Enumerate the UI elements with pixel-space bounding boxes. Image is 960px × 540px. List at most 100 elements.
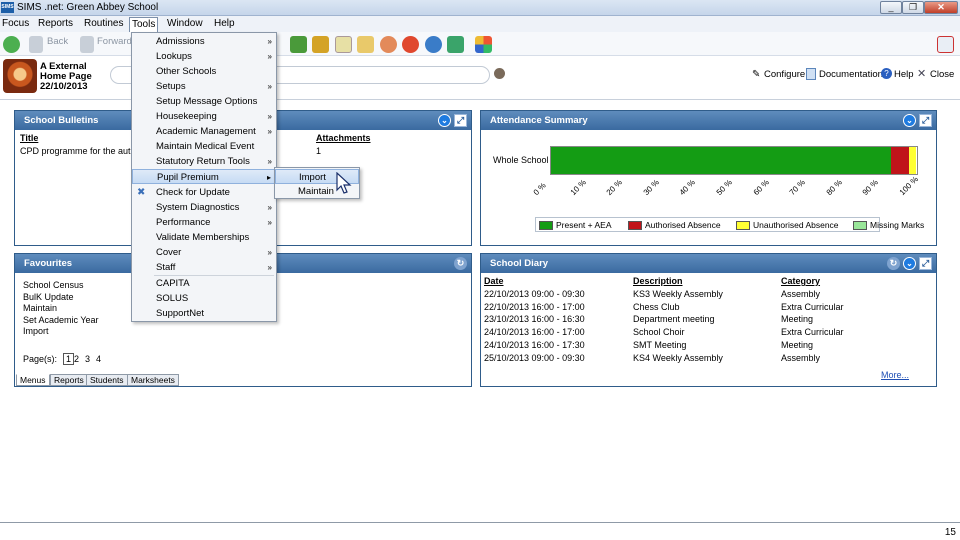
legend-label: Unauthorised Absence (753, 220, 839, 230)
page-link[interactable]: 2 (74, 354, 79, 364)
favourite-item[interactable]: Import (23, 326, 49, 336)
forward-arrow-icon[interactable] (80, 36, 94, 53)
bulletins-attachments-column[interactable]: Attachments (316, 133, 371, 143)
favourite-item[interactable]: School Census (23, 280, 84, 290)
diary-cell: 22/10/2013 16:00 - 17:00 (484, 301, 585, 312)
diary-category-column[interactable]: Category (781, 276, 820, 286)
page-link[interactable]: 3 (85, 354, 90, 364)
close-window-button[interactable]: ✕ (924, 1, 958, 14)
tools-menu-item-label: Academic Management (156, 126, 256, 138)
tools-menu-item[interactable]: Academic Management » (132, 124, 276, 139)
toolbar-edit-icon[interactable] (357, 36, 374, 53)
toolbar-person-icon[interactable] (425, 36, 442, 53)
close-link[interactable]: Close (930, 69, 954, 80)
tools-menu-item[interactable]: CAPITA (132, 276, 276, 291)
submenu-arrow-icon: » (267, 262, 272, 272)
tools-menu-item-label: Housekeeping (156, 111, 217, 123)
diary-cell: School Choir (633, 327, 685, 338)
tools-menu-item-label: Setups (156, 81, 186, 93)
menu-window[interactable]: Window (167, 18, 203, 29)
favourites-tab[interactable]: Marksheets (127, 374, 179, 386)
collapse-icon[interactable]: ⌄ (903, 114, 916, 127)
tools-menu-item-label: Setup Message Options (156, 96, 258, 108)
expand-icon[interactable]: ⤢ (454, 114, 467, 127)
diary-description-column[interactable]: Description (633, 276, 683, 286)
page-link[interactable]: 4 (96, 354, 101, 364)
tools-menu-item[interactable]: SupportNet (132, 306, 276, 321)
tools-menu-item-label: Check for Update (156, 186, 230, 198)
tools-menu-item-label: Performance (156, 216, 211, 228)
tools-menu-item[interactable]: Validate Memberships (132, 230, 276, 245)
tools-update-icon: ✖ (137, 186, 146, 198)
toolbar-report-icon[interactable] (290, 36, 307, 53)
menu-routines[interactable]: Routines (84, 18, 123, 29)
expand-icon[interactable]: ⤢ (919, 257, 932, 270)
tools-menu-item[interactable]: Lookups » (132, 49, 276, 64)
tools-menu-item[interactable]: Check for Update ✖ (132, 185, 276, 200)
toolbar-modules-icon[interactable] (475, 36, 492, 53)
tools-menu-item[interactable]: Staff » (132, 260, 276, 275)
tools-menu-item[interactable]: Statutory Return Tools » (132, 154, 276, 169)
current-date: 22/10/2013 (40, 81, 88, 92)
page-link[interactable]: 1 (63, 353, 75, 365)
refresh-arrows-icon[interactable] (3, 36, 20, 53)
bulletins-title-column[interactable]: Title (20, 133, 38, 143)
menu-reports[interactable]: Reports (38, 18, 73, 29)
configure-link[interactable]: Configure (764, 69, 805, 80)
favourite-item[interactable]: Maintain (23, 303, 57, 313)
toolbar-people-icon[interactable] (380, 36, 397, 53)
favourite-item[interactable]: BulK Update (23, 292, 74, 302)
tools-menu-item[interactable]: Admissions » (132, 34, 276, 49)
forward-button[interactable]: Forward (97, 36, 132, 47)
tools-menu-item[interactable]: Maintain Medical Event (132, 139, 276, 154)
tools-menu-item[interactable]: Other Schools (132, 64, 276, 79)
tools-menu-item-label: Lookups (156, 51, 192, 63)
menu-help[interactable]: Help (214, 18, 235, 29)
slide-number: 15 (944, 527, 956, 538)
toolbar-clock-icon[interactable] (402, 36, 419, 53)
back-button[interactable]: Back (47, 36, 68, 47)
attendance-legend: Present + AEA Authorised Absence Unauthori… (535, 217, 924, 232)
diary-date-column[interactable]: Date (484, 276, 504, 286)
favourites-tab[interactable]: Menus (16, 374, 50, 386)
back-arrow-icon[interactable] (29, 36, 43, 53)
mouse-cursor-icon (336, 172, 352, 194)
bulletin-row-title[interactable]: CPD programme for the autum (20, 146, 143, 156)
collapse-icon[interactable]: ⌄ (438, 114, 451, 127)
submenu-arrow-icon: » (267, 157, 272, 167)
tools-menu-item[interactable]: Cover » (132, 245, 276, 260)
favourites-tab[interactable]: Reports (50, 374, 88, 386)
tools-menu-item[interactable]: Housekeeping » (132, 109, 276, 124)
help-link[interactable]: Help (894, 69, 914, 80)
favourite-item[interactable]: Set Academic Year (23, 315, 99, 325)
minimize-button[interactable]: _ (880, 1, 902, 14)
diary-more-link[interactable]: More... (881, 370, 909, 380)
toolbar-notes-icon[interactable] (335, 36, 352, 53)
tools-menu-item[interactable]: Pupil Premium ▸ (132, 169, 276, 185)
documentation-link[interactable]: Documentation (819, 69, 883, 80)
tools-menu-item[interactable]: Performance » (132, 215, 276, 230)
expand-icon[interactable]: ⤢ (919, 114, 932, 127)
refresh-icon[interactable]: ↻ (454, 257, 467, 270)
tools-menu-item[interactable]: Setup Message Options (132, 94, 276, 109)
submenu-arrow-icon: » (267, 82, 272, 92)
attendance-summary-header: Attendance Summary ⌄ ⤢ (481, 111, 936, 130)
collapse-icon[interactable]: ⌄ (903, 257, 916, 270)
search-icon[interactable] (494, 68, 505, 79)
toolbar-chart-icon[interactable] (312, 36, 329, 53)
refresh-icon[interactable]: ↻ (887, 257, 900, 270)
diary-cell: 25/10/2013 09:00 - 09:30 (484, 352, 585, 363)
diary-cell: KS3 Weekly Assembly (633, 289, 723, 299)
tools-menu-item[interactable]: System Diagnostics » (132, 200, 276, 215)
tools-menu-item[interactable]: SOLUS (132, 291, 276, 306)
favourites-tab[interactable]: Students (86, 374, 128, 386)
toolbar-capita-icon[interactable] (937, 36, 954, 53)
maximize-button[interactable]: ❐ (902, 1, 924, 14)
toolbar-map-icon[interactable] (447, 36, 464, 53)
menu-focus[interactable]: Focus (2, 18, 29, 29)
menu-tools[interactable]: Tools (129, 17, 159, 32)
favourites-title: Favourites (24, 258, 73, 269)
attendance-summary-title: Attendance Summary (490, 115, 588, 126)
menu-separator (154, 275, 274, 276)
tools-menu-item[interactable]: Setups » (132, 79, 276, 94)
